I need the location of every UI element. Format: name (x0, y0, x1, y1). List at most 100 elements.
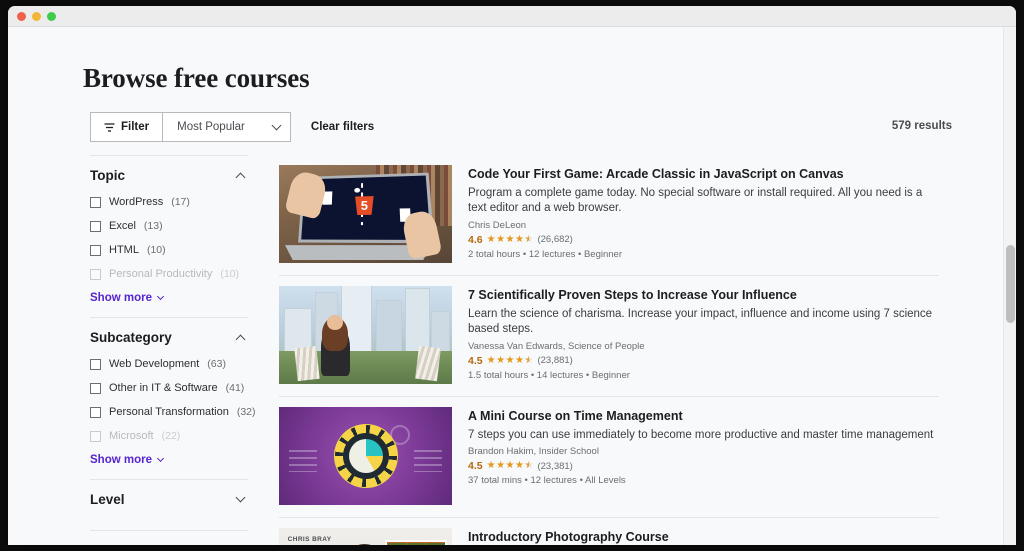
facet-language-header[interactable]: Language (90, 543, 248, 545)
rating-count: (23,381) (537, 460, 573, 472)
course-info: 7 Scientifically Proven Steps to Increas… (468, 286, 939, 384)
filter-option-count: (41) (225, 382, 245, 394)
scrollbar-thumb[interactable] (1006, 245, 1015, 323)
course-thumbnail-clock-gear[interactable] (279, 407, 452, 505)
filter-option-label: Personal Transformation (109, 406, 229, 418)
clear-filters-button[interactable]: Clear filters (311, 121, 374, 133)
filter-option-count: (13) (143, 220, 163, 232)
filter-option-web-development[interactable]: Web Development (63) (90, 358, 248, 370)
thumbnail-brand-name: CHRIS BRAY (287, 535, 332, 543)
checkbox-icon[interactable] (90, 430, 101, 442)
filter-option-html[interactable]: HTML (10) (90, 244, 248, 256)
course-author: Chris DeLeon (468, 219, 527, 231)
course-description: Program a complete game today. No specia… (468, 186, 923, 215)
course-card[interactable]: CHRIS BRAY PHOTOGRAPHY Introductory Phot… (279, 517, 939, 545)
show-more-topic-button[interactable]: Show more (90, 292, 248, 304)
filter-option-personal-productivity[interactable]: Personal Productivity (10) (90, 268, 248, 280)
chevron-down-icon (156, 292, 165, 300)
course-card[interactable]: 5 Code Your First Game: Arcade Classic i… (279, 155, 939, 275)
course-description: Learn the science of charisma. Increase … (468, 307, 933, 336)
course-card[interactable]: 7 Scientifically Proven Steps to Increas… (279, 275, 939, 396)
close-window-button[interactable] (17, 11, 26, 21)
star-rating-icon: ★ ★ ★ ★ ★ (487, 355, 534, 366)
facet-subcategory-options: Web Development (63) Other in IT & Softw… (90, 358, 256, 442)
filter-option-wordpress[interactable]: WordPress (17) (90, 196, 248, 208)
filter-option-excel[interactable]: Excel (13) (90, 220, 248, 232)
course-meta: 37 total mins • 12 lectures • All Levels (468, 475, 626, 487)
facet-level-header[interactable]: Level (90, 492, 248, 507)
sort-select[interactable]: Most Popular (163, 112, 291, 142)
course-description: 7 steps you can use immediately to becom… (468, 428, 934, 441)
course-meta: 2 total hours • 12 lectures • Beginner (468, 248, 622, 260)
course-title[interactable]: A Mini Course on Time Management (468, 409, 939, 425)
filter-option-microsoft[interactable]: Microsoft (22) (90, 430, 248, 442)
filter-option-label: Other in IT & Software (109, 382, 218, 394)
filter-sidebar: Topic WordPress (17) Excel (13) HTML (10… (90, 155, 256, 545)
minimize-window-button[interactable] (32, 11, 41, 21)
chevron-down-icon (156, 454, 165, 462)
filter-option-count: (10) (146, 244, 166, 256)
facet-language-title: Language (90, 543, 154, 545)
course-meta: 1.5 total hours • 14 lectures • Beginner (468, 369, 630, 381)
vertical-scrollbar[interactable] (1003, 27, 1016, 545)
zoom-window-button[interactable] (47, 11, 56, 21)
checkbox-icon[interactable] (90, 382, 101, 394)
rating-value: 4.6 (468, 233, 483, 246)
page-title: Browse free courses (83, 63, 310, 93)
course-info: Introductory Photography Course The fast… (468, 528, 939, 545)
facet-subcategory-header[interactable]: Subcategory (90, 330, 248, 345)
filter-option-count: (63) (207, 358, 226, 370)
facet-subcategory: Subcategory Web Development (63) Other i… (90, 317, 256, 466)
results-count: 579 results (891, 120, 952, 132)
filter-option-label: HTML (109, 244, 139, 256)
rating-count: (26,682) (537, 234, 573, 246)
course-results-list: 5 Code Your First Game: Arcade Classic i… (279, 155, 939, 545)
browser-window: Browse free courses Filter Most Popular … (8, 6, 1016, 545)
facet-topic-header[interactable]: Topic (90, 168, 248, 183)
course-info: Code Your First Game: Arcade Classic in … (468, 165, 939, 263)
checkbox-icon[interactable] (90, 358, 101, 370)
checkbox-icon[interactable] (90, 244, 101, 256)
chevron-down-icon (235, 543, 246, 545)
filter-option-label: Excel (109, 220, 136, 232)
checkbox-icon[interactable] (90, 220, 101, 232)
facet-topic: Topic WordPress (17) Excel (13) HTML (10… (90, 155, 248, 304)
chevron-up-icon (235, 334, 246, 345)
course-thumbnail-laptop-pong[interactable]: 5 (279, 165, 452, 263)
filter-button[interactable]: Filter (90, 112, 164, 142)
course-rating: 4.6 ★★★★★ (26,682) (468, 234, 939, 246)
course-title[interactable]: Code Your First Game: Arcade Classic in … (468, 167, 939, 183)
checkbox-icon[interactable] (90, 268, 101, 280)
sort-select-value: Most Popular (177, 121, 245, 133)
star-rating-icon: ★ ★ ★ ★ ★ (487, 234, 534, 245)
course-author: Brandon Hakim, Insider School (468, 446, 599, 458)
course-thumbnail-photography[interactable]: CHRIS BRAY PHOTOGRAPHY (279, 528, 452, 545)
checkbox-icon[interactable] (90, 406, 101, 418)
facet-language: Language (90, 530, 248, 545)
filter-option-label: Web Development (109, 358, 200, 370)
course-thumbnail-woman-rooftop[interactable] (279, 286, 452, 384)
course-title[interactable]: 7 Scientifically Proven Steps to Increas… (468, 288, 939, 304)
filter-option-other-it-software[interactable]: Other in IT & Software (41) (90, 382, 248, 394)
course-title[interactable]: Introductory Photography Course (468, 530, 939, 545)
filter-option-count: (32) (236, 406, 256, 418)
chevron-down-icon (271, 120, 282, 130)
facet-topic-title: Topic (90, 168, 125, 183)
checkbox-icon[interactable] (90, 196, 101, 208)
rating-value: 4.5 (468, 460, 483, 473)
filter-option-personal-transformation[interactable]: Personal Transformation (32) (90, 406, 256, 418)
show-more-subcategory-button[interactable]: Show more (90, 454, 248, 466)
rating-value: 4.5 (468, 354, 483, 367)
star-rating-icon: ★ ★ ★ ★ ★ (487, 461, 534, 472)
filter-option-count: (10) (220, 268, 240, 280)
facet-subcategory-title: Subcategory (90, 330, 172, 345)
course-rating: 4.5 ★★★★★ (23,881) (468, 355, 939, 367)
facet-topic-options: WordPress (17) Excel (13) HTML (10) Pers… (90, 196, 248, 280)
facet-level: Level (90, 479, 248, 520)
thumbnail-brand-logo: CHRIS BRAY PHOTOGRAPHY (288, 535, 332, 545)
show-more-label: Show more (90, 292, 152, 304)
show-more-label: Show more (90, 454, 152, 466)
html5-logo-icon: 5 (355, 196, 374, 215)
filter-option-count: (22) (161, 430, 181, 442)
course-card[interactable]: A Mini Course on Time Management 7 steps… (279, 396, 939, 517)
